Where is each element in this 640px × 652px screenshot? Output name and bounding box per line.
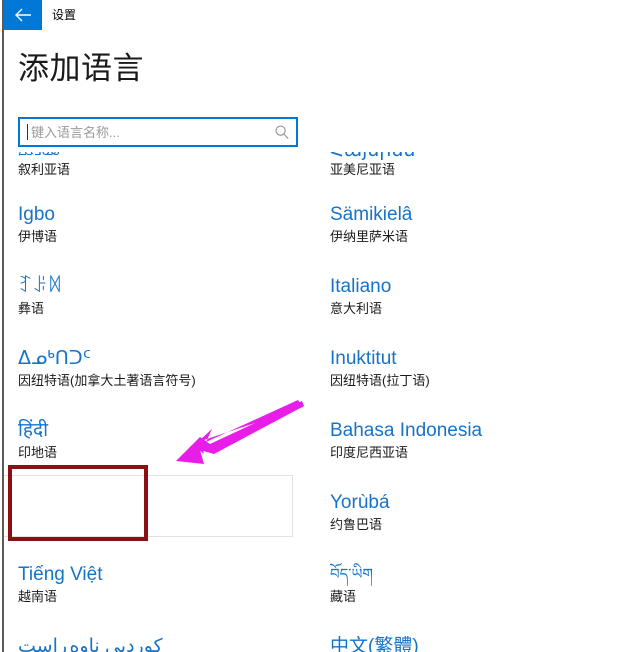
language-chinese-name: 意大利语 bbox=[330, 301, 383, 316]
language-chinese-name: 亚美尼亚语 bbox=[330, 162, 396, 177]
language-chinese-name: 越南语 bbox=[18, 589, 58, 604]
language-native-name: کوردیی ناوەڕاست bbox=[18, 636, 163, 652]
language-chinese-name: 彝语 bbox=[18, 301, 45, 316]
language-chinese-name: 伊博语 bbox=[18, 229, 58, 244]
language-native-name: བོད་ཡིག bbox=[330, 566, 373, 583]
language-list-item[interactable]: བོད་ཡིག 藏语 bbox=[318, 560, 618, 632]
language-list-item[interactable]: ܣܘܪܝܝܐ叙利亚语 bbox=[6, 152, 306, 200]
language-list[interactable]: ܣܘܪܝܝܐ叙利亚语 Igbo 伊博语 ꆈꌠꉙ 彝语 ᐃᓄᒃᑎᑐᑦ 因纽特语(加拿大土著语言… bbox=[0, 152, 640, 652]
window-left-edge bbox=[2, 0, 4, 652]
search-box[interactable] bbox=[18, 117, 298, 147]
language-native-name: Igbo bbox=[18, 204, 55, 225]
language-list-item[interactable]: ᐃᓄᒃᑎᑐᑦ 因纽特语(加拿大土著语言符号) bbox=[6, 344, 306, 416]
titlebar-title: 设置 bbox=[52, 8, 77, 22]
language-list-item[interactable]: Inuktitut 因纽特语(拉丁语) bbox=[318, 344, 618, 416]
language-chinese-name: 印地语 bbox=[18, 445, 58, 460]
language-list-item[interactable]: Tiếng Việt 越南语 bbox=[6, 560, 306, 632]
language-list-item[interactable]: Igbo 伊博语 bbox=[6, 200, 306, 272]
arrow-left-icon bbox=[4, 8, 42, 22]
language-chinese-name: 因纽特语(拉丁语) bbox=[330, 373, 430, 388]
language-chinese-name: 英语 bbox=[18, 517, 45, 532]
language-list-item[interactable]: Sämikielâ 伊纳里萨米语 bbox=[318, 200, 618, 272]
language-list-item[interactable]: ꆈꌠꉙ 彝语 bbox=[6, 272, 306, 344]
search-icon[interactable] bbox=[274, 124, 290, 140]
language-chinese-name: 叙利亚语 bbox=[18, 162, 71, 177]
back-button[interactable] bbox=[4, 0, 42, 30]
search-input[interactable] bbox=[29, 119, 261, 145]
language-list-item[interactable]: Bahasa Indonesia 印度尼西亚语 bbox=[318, 416, 618, 488]
language-native-name: Bahasa Indonesia bbox=[330, 420, 483, 441]
language-chinese-name: 藏语 bbox=[330, 589, 357, 604]
page-title: 添加语言 bbox=[18, 51, 144, 86]
language-native-name: Italiano bbox=[330, 276, 392, 297]
language-list-item[interactable]: हिंदी 印地语 bbox=[6, 416, 306, 488]
language-list-item[interactable]: کوردیی ناوەڕاست中部库尔德语 bbox=[6, 632, 306, 652]
language-native-name: ꆈꌠꉙ bbox=[18, 276, 63, 297]
language-list-item[interactable]: English 英语 bbox=[6, 488, 306, 560]
language-list-item[interactable]: 中文(繁體)中文(繁体) bbox=[318, 632, 618, 652]
titlebar: 设置 bbox=[0, 0, 640, 30]
language-native-name: ᐃᓄᒃᑎᑐᑦ bbox=[18, 348, 91, 369]
language-native-name: 中文(繁體) bbox=[330, 636, 419, 652]
language-native-name: Inuktitut bbox=[330, 348, 397, 369]
language-native-name: Yorùbá bbox=[330, 492, 390, 513]
language-native-name: हिंदी bbox=[18, 420, 49, 441]
language-native-name: Tiếng Việt bbox=[18, 564, 103, 585]
settings-add-language-window: 设置 添加语言 ܣܘܪܝܝܐ叙利亚语 Igbo 伊博语 ꆈꌠꉙ 彝语 ᐃᓄᒃᑎᑐᑦ 因纽特语… bbox=[0, 0, 640, 652]
text-caret bbox=[27, 124, 28, 140]
language-list-item[interactable]: Italiano 意大利语 bbox=[318, 272, 618, 344]
language-list-column-left: ܣܘܪܝܝܐ叙利亚语 Igbo 伊博语 ꆈꌠꉙ 彝语 ᐃᓄᒃᑎᑐᑦ 因纽特语(加拿大土著语言… bbox=[6, 152, 306, 652]
language-list-item[interactable]: Yorùbá 约鲁巴语 bbox=[318, 488, 618, 560]
language-chinese-name: 伊纳里萨米语 bbox=[330, 229, 409, 244]
language-native-name: English bbox=[18, 492, 81, 513]
language-list-column-right: Հայերեն亚美尼亚语Sämikielâ伊纳里萨米语Italiano意大利语I… bbox=[318, 152, 618, 652]
language-chinese-name: 因纽特语(加拿大土著语言符号) bbox=[18, 373, 196, 388]
language-list-item[interactable]: Հայերեն亚美尼亚语 bbox=[318, 152, 618, 200]
language-native-name: Sämikielâ bbox=[330, 204, 413, 225]
language-chinese-name: 印度尼西亚语 bbox=[330, 445, 409, 460]
language-chinese-name: 约鲁巴语 bbox=[330, 517, 383, 532]
